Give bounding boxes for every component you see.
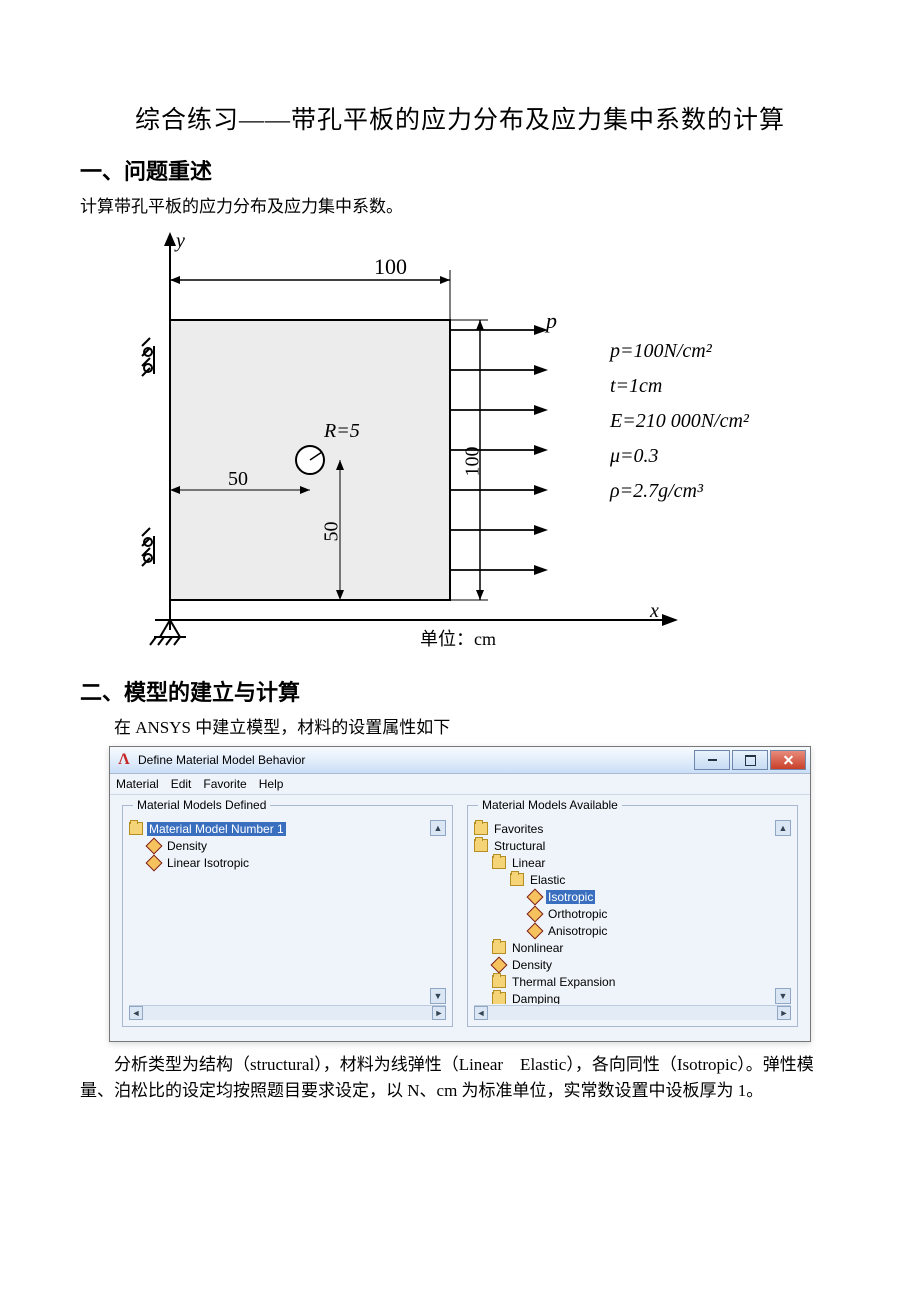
- tree-item-label: Thermal Expansion: [510, 975, 617, 989]
- tree-row[interactable]: Thermal Expansion: [474, 973, 775, 990]
- close-button[interactable]: [770, 750, 806, 770]
- scroll-left-button[interactable]: ◄: [129, 1006, 143, 1020]
- property-icon: [528, 907, 542, 921]
- section1-heading: 一、问题重述: [80, 154, 840, 186]
- section2-paragraph: 分析类型为结构（structural），材料为线弹性（Linear Elasti…: [80, 1052, 840, 1103]
- scroll-left-button[interactable]: ◄: [474, 1006, 488, 1020]
- tree-row[interactable]: Orthotropic: [474, 905, 775, 922]
- tree-item-label: Structural: [492, 839, 547, 853]
- tree-row[interactable]: Nonlinear: [474, 939, 775, 956]
- param-mu: μ=0.3: [610, 445, 659, 468]
- defined-panel: Material Models Defined Material Model N…: [122, 805, 453, 1027]
- folder-icon: [492, 941, 506, 955]
- param-t: t=1cm: [610, 375, 662, 398]
- menu-edit[interactable]: Edit: [171, 777, 192, 791]
- tree-item-label: Linear: [510, 856, 547, 870]
- axis-x-label: x: [650, 600, 659, 623]
- scroll-down-button[interactable]: ▼: [775, 988, 791, 1004]
- tree-row[interactable]: Anisotropic: [474, 922, 775, 939]
- window-titlebar[interactable]: Λ Define Material Model Behavior: [110, 747, 810, 774]
- available-tree[interactable]: Favorites Structural Linear Elastic Isotropi…: [474, 820, 791, 1020]
- ansys-window: Λ Define Material Model Behavior Materia…: [109, 746, 811, 1042]
- tree-row[interactable]: Density: [474, 956, 775, 973]
- folder-icon: [474, 839, 488, 853]
- tree-row[interactable]: Isotropic: [474, 888, 775, 905]
- plate-diagram: [110, 230, 810, 650]
- menu-material[interactable]: Material: [116, 777, 159, 791]
- h-scrollbar[interactable]: ◄ ►: [129, 1005, 446, 1020]
- param-rho: ρ=2.7g/cm³: [610, 480, 703, 503]
- radius-label: R=5: [324, 420, 360, 443]
- density-label: Density: [165, 839, 209, 853]
- tree-item-label: Damping: [510, 992, 562, 1005]
- folder-icon: [129, 822, 143, 836]
- tree-row[interactable]: Material Model Number 1: [129, 820, 430, 837]
- scroll-up-button[interactable]: ▲: [775, 820, 791, 836]
- available-legend: Material Models Available: [478, 798, 622, 812]
- folder-icon: [474, 822, 488, 836]
- dim-50w: 50: [228, 468, 248, 491]
- menu-help[interactable]: Help: [259, 777, 284, 791]
- tree-row[interactable]: Linear Isotropic: [129, 854, 430, 871]
- tree-row[interactable]: Damping: [474, 990, 775, 1004]
- tree-item-label: Orthotropic: [546, 907, 609, 921]
- folder-icon: [510, 873, 524, 887]
- folder-icon: [492, 992, 506, 1005]
- tree-item-label: Favorites: [492, 822, 545, 836]
- property-icon: [528, 924, 542, 938]
- param-E: E=210 000N/cm²: [610, 410, 749, 433]
- tree-row[interactable]: Density: [129, 837, 430, 854]
- property-icon: [147, 856, 161, 870]
- property-icon: [528, 890, 542, 904]
- dim-100h: 100: [462, 446, 485, 476]
- tree-item-label: Nonlinear: [510, 941, 565, 955]
- material-model-number-label: Material Model Number 1: [147, 822, 286, 836]
- param-p: p=100N/cm²: [610, 340, 712, 363]
- tree-item-label: Anisotropic: [546, 924, 609, 938]
- h-scrollbar[interactable]: ◄ ►: [474, 1005, 791, 1020]
- scroll-right-button[interactable]: ►: [777, 1006, 791, 1020]
- menu-bar: Material Edit Favorite Help: [110, 774, 810, 795]
- load-p-label: p: [546, 308, 557, 334]
- minimize-button[interactable]: [694, 750, 730, 770]
- menu-favorite[interactable]: Favorite: [203, 777, 246, 791]
- tree-row[interactable]: Structural: [474, 837, 775, 854]
- tree-row[interactable]: Linear: [474, 854, 775, 871]
- maximize-button[interactable]: [732, 750, 768, 770]
- tree-row[interactable]: Favorites: [474, 820, 775, 837]
- window-title: Define Material Model Behavior: [138, 753, 692, 767]
- scroll-up-button[interactable]: ▲: [430, 820, 446, 836]
- folder-icon: [492, 856, 506, 870]
- scroll-right-button[interactable]: ►: [432, 1006, 446, 1020]
- section2-heading: 二、模型的建立与计算: [80, 675, 840, 707]
- defined-legend: Material Models Defined: [133, 798, 270, 812]
- section1-body: 计算带孔平板的应力分布及应力集中系数。: [80, 194, 840, 220]
- diagram-figure: y x 100 50 50 100 R=5 p 单位：cm p=100N/cm²…: [80, 230, 840, 655]
- section2-intro: 在 ANSYS 中建立模型，材料的设置属性如下: [80, 715, 840, 741]
- page: 综合练习——带孔平板的应力分布及应力集中系数的计算 一、问题重述 计算带孔平板的…: [0, 0, 920, 1302]
- app-logo-icon: Λ: [116, 752, 132, 768]
- tree-item-label: Isotropic: [546, 890, 595, 904]
- axis-y-label: y: [176, 230, 185, 253]
- available-panel: Material Models Available FavoritesStruc…: [467, 805, 798, 1027]
- page-title: 综合练习——带孔平板的应力分布及应力集中系数的计算: [80, 100, 840, 136]
- defined-tree[interactable]: Material Model Number 1 Density Linear I…: [129, 820, 446, 1020]
- tree-row[interactable]: Elastic: [474, 871, 775, 888]
- folder-icon: [492, 975, 506, 989]
- dim-100w: 100: [374, 254, 407, 280]
- property-icon: [492, 958, 506, 972]
- unit-label: 单位：cm: [420, 625, 496, 651]
- linear-isotropic-label: Linear Isotropic: [165, 856, 251, 870]
- property-icon: [147, 839, 161, 853]
- scroll-down-button[interactable]: ▼: [430, 988, 446, 1004]
- tree-item-label: Elastic: [528, 873, 567, 887]
- tree-item-label: Density: [510, 958, 554, 972]
- dim-50h: 50: [321, 521, 344, 541]
